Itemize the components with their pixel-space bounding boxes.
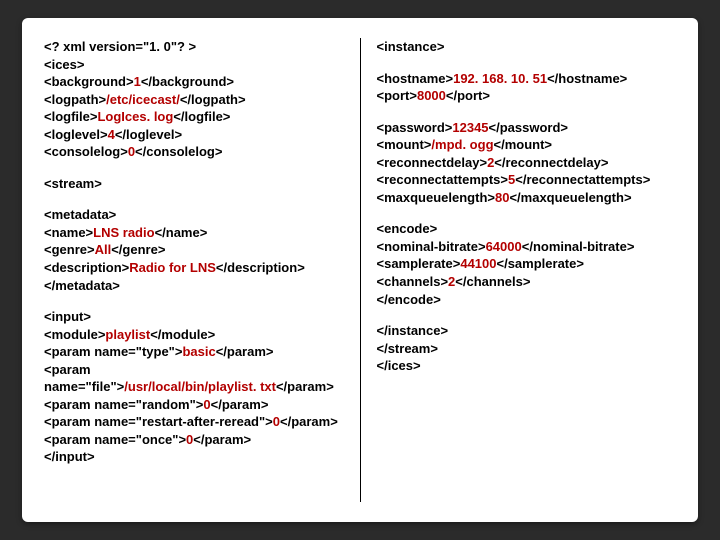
- param-random-line: <param name="random">0</param>: [44, 396, 344, 414]
- ices-header-block: <? xml version="1. 0"? > <ices> <backgro…: [44, 38, 344, 161]
- closing-block: </instance> </stream> </ices>: [377, 322, 677, 375]
- mount-line: <mount>/mpd. ogg</mount>: [377, 136, 677, 154]
- metadata-close: </metadata>: [44, 277, 344, 295]
- stream-close: </stream>: [377, 340, 677, 358]
- host-block: <hostname>192. 168. 10. 51</hostname> <p…: [377, 70, 677, 105]
- channels-line: <channels>2</channels>: [377, 273, 677, 291]
- description-line: <description>Radio for LNS</description>: [44, 259, 344, 277]
- background-line: <background>1</background>: [44, 73, 344, 91]
- encode-block: <encode> <nominal-bitrate>64000</nominal…: [377, 220, 677, 308]
- encode-close: </encode>: [377, 291, 677, 309]
- left-column: <? xml version="1. 0"? > <ices> <backgro…: [44, 38, 361, 502]
- param-type-line: <param name="type">basic</param>: [44, 343, 344, 361]
- input-block: <input> <module>playlist</module> <param…: [44, 308, 344, 466]
- loglevel-line: <loglevel>4</loglevel>: [44, 126, 344, 144]
- reconnectattempts-line: <reconnectattempts>5</reconnectattempts>: [377, 171, 677, 189]
- hostname-line: <hostname>192. 168. 10. 51</hostname>: [377, 70, 677, 88]
- xml-declaration: <? xml version="1. 0"? >: [44, 38, 344, 56]
- consolelog-line: <consolelog>0</consolelog>: [44, 143, 344, 161]
- metadata-block: <metadata> <name>LNS radio</name> <genre…: [44, 206, 344, 294]
- instance-close: </instance>: [377, 322, 677, 340]
- instance-open: <instance>: [377, 38, 677, 56]
- two-column-layout: <? xml version="1. 0"? > <ices> <backgro…: [44, 38, 676, 502]
- xml-config-card: <? xml version="1. 0"? > <ices> <backgro…: [22, 18, 698, 522]
- param-restart-line: <param name="restart-after-reread">0</pa…: [44, 413, 344, 431]
- input-open: <input>: [44, 308, 344, 326]
- param-file-line-2: name="file">/usr/local/bin/playlist. txt…: [44, 378, 344, 396]
- port-line: <port>8000</port>: [377, 87, 677, 105]
- ices-open: <ices>: [44, 56, 344, 74]
- reconnectdelay-line: <reconnectdelay>2</reconnectdelay>: [377, 154, 677, 172]
- ices-close: </ices>: [377, 357, 677, 375]
- param-once-line: <param name="once">0</param>: [44, 431, 344, 449]
- name-line: <name>LNS radio</name>: [44, 224, 344, 242]
- module-line: <module>playlist</module>: [44, 326, 344, 344]
- maxqueuelength-line: <maxqueuelength>80</maxqueuelength>: [377, 189, 677, 207]
- nominal-bitrate-line: <nominal-bitrate>64000</nominal-bitrate>: [377, 238, 677, 256]
- encode-open: <encode>: [377, 220, 677, 238]
- logpath-line: <logpath>/etc/icecast/</logpath>: [44, 91, 344, 109]
- genre-line: <genre>All</genre>: [44, 241, 344, 259]
- metadata-open: <metadata>: [44, 206, 344, 224]
- password-line: <password>12345</password>: [377, 119, 677, 137]
- input-close: </input>: [44, 448, 344, 466]
- logfile-line: <logfile>LogIces. log</logfile>: [44, 108, 344, 126]
- samplerate-line: <samplerate>44100</samplerate>: [377, 255, 677, 273]
- right-column: <instance> <hostname>192. 168. 10. 51</h…: [361, 38, 677, 502]
- stream-open: <stream>: [44, 175, 344, 193]
- param-file-line-1: <param: [44, 361, 344, 379]
- auth-block: <password>12345</password> <mount>/mpd. …: [377, 119, 677, 207]
